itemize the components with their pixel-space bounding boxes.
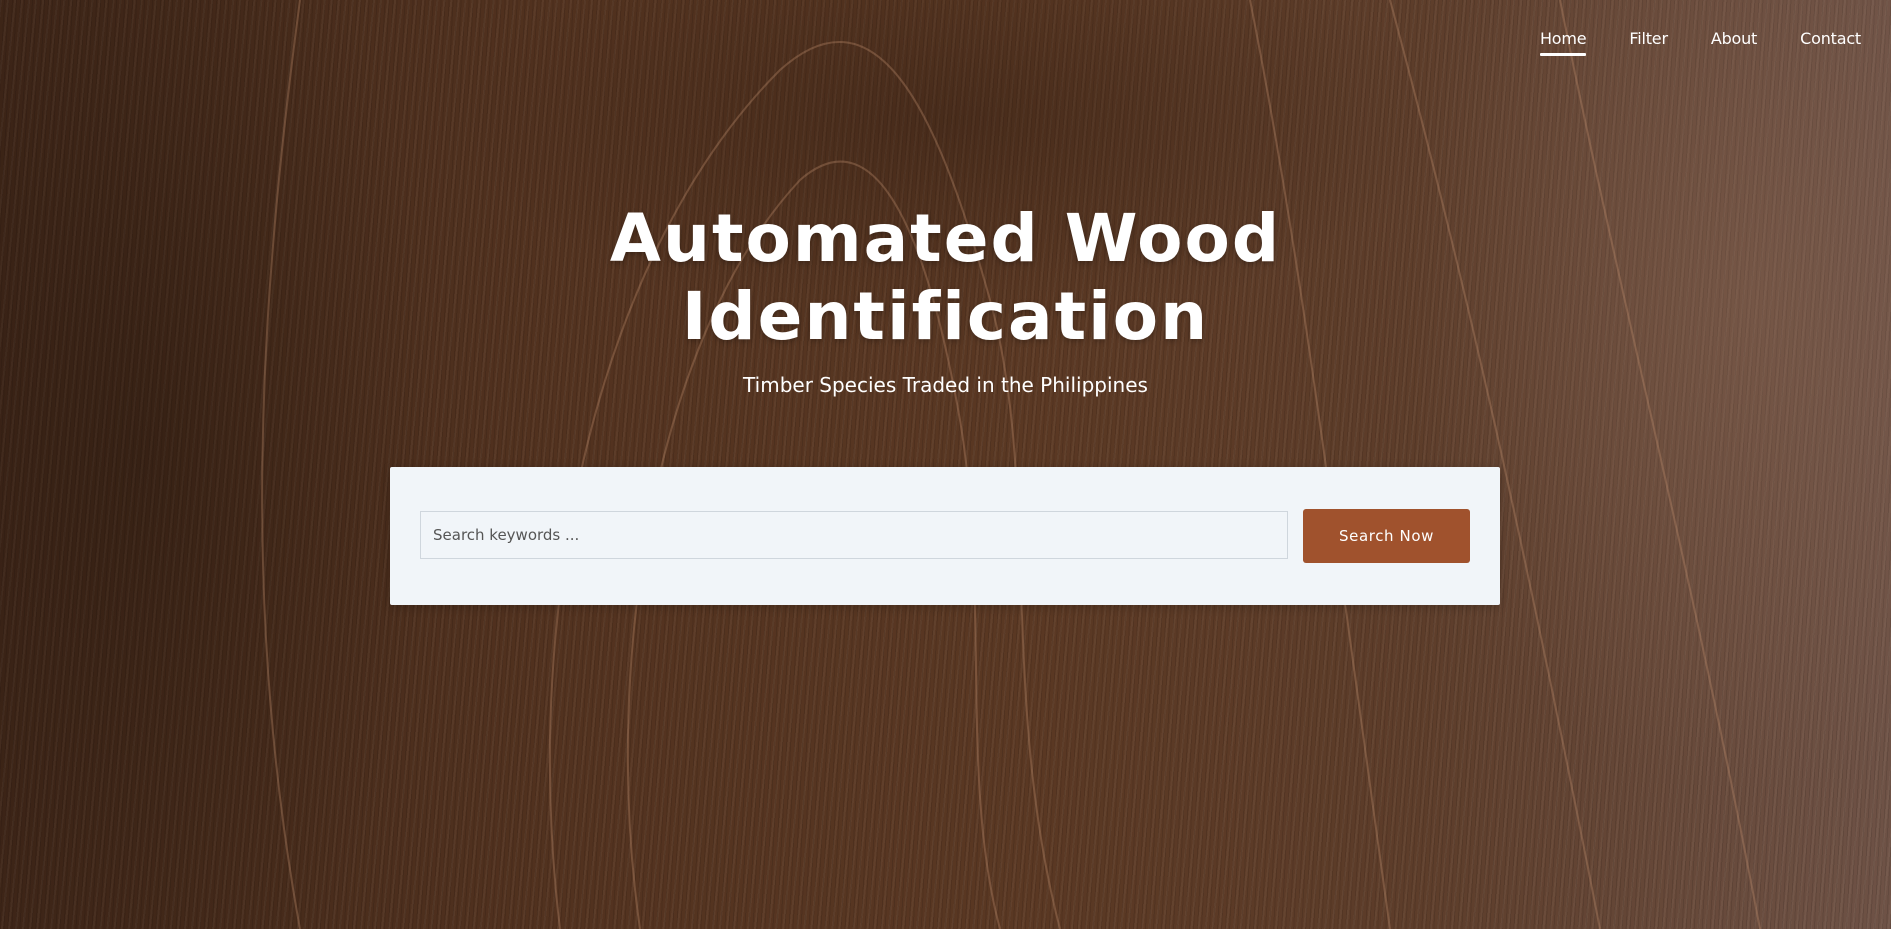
hero-background-wood-texture [0,0,1891,929]
search-button[interactable]: Search Now [1303,509,1470,563]
wood-grain-lines [261,0,1761,929]
grain-line-1 [1249,0,1391,929]
page-subtitle: Timber Species Traded in the Philippines [743,373,1148,397]
grain-line-2 [1389,0,1601,929]
search-input[interactable] [420,511,1288,559]
grain-line-4 [261,0,301,929]
nav-link-home[interactable]: Home [1539,29,1587,56]
page-title: Automated Wood Identification [0,200,1891,356]
nav-link-filter[interactable]: Filter [1629,29,1668,56]
page-title-line-2: Identification [681,278,1210,355]
nav-link-about[interactable]: About [1711,29,1758,56]
page-title-line-1: Automated Wood [609,200,1282,277]
nav-link-contact[interactable]: Contact [1800,29,1861,56]
search-panel: Search Now [390,467,1500,605]
main-nav: Home Filter About Contact [1497,29,1861,56]
grain-line-3 [1559,0,1761,929]
